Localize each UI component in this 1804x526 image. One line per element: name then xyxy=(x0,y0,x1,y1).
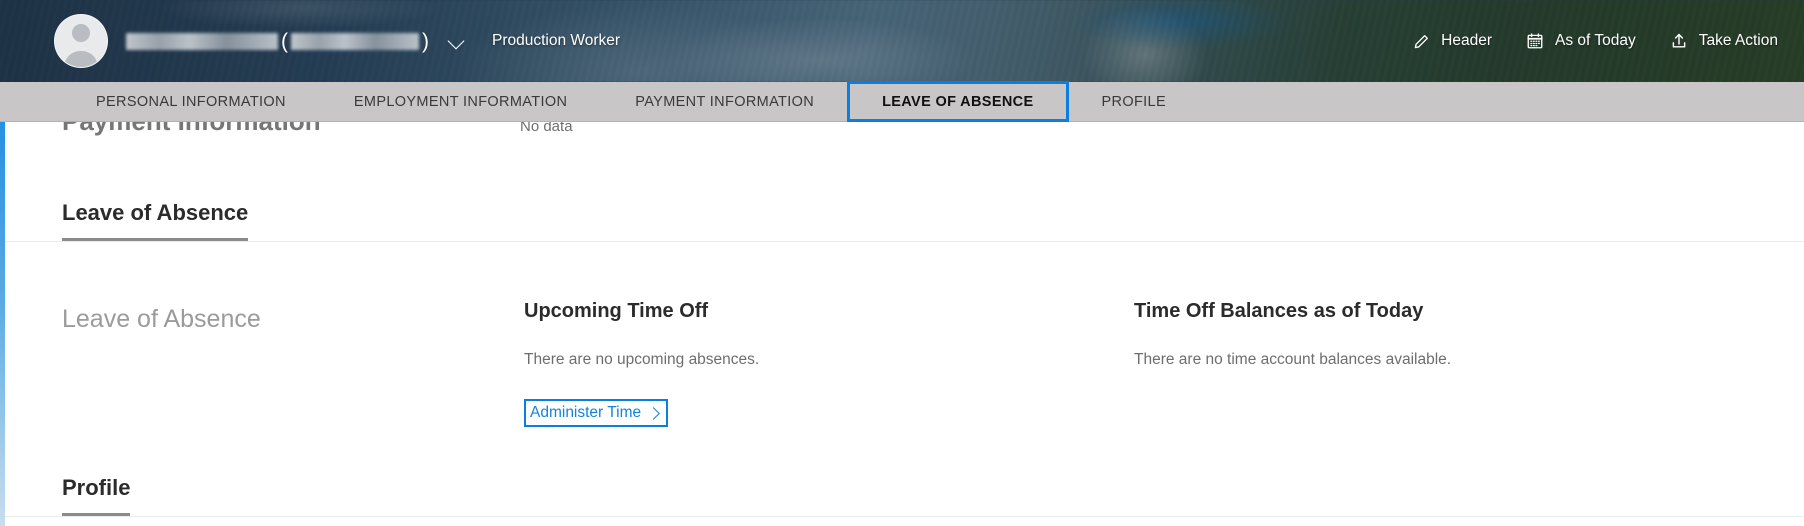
chevron-right-icon xyxy=(647,407,660,421)
page-focus-outline xyxy=(0,122,5,526)
tab-employment-information[interactable]: EMPLOYMENT INFORMATION xyxy=(320,82,601,121)
page-body: Payment Information No data Leave of Abs… xyxy=(0,122,1804,526)
payment-information-title: Payment Information xyxy=(62,122,321,137)
calendar-icon xyxy=(1526,32,1544,50)
upcoming-time-off-heading: Upcoming Time Off xyxy=(524,300,709,322)
time-off-balances-empty-text: There are no time account balances avail… xyxy=(1134,351,1452,368)
upcoming-time-off-empty-text: There are no upcoming absences. xyxy=(524,351,760,368)
tab-profile[interactable]: PROFILE xyxy=(1068,82,1201,121)
upcoming-time-off-column: Upcoming Time Off There are no upcoming … xyxy=(524,300,1134,428)
worker-name-redacted xyxy=(126,32,278,50)
time-off-balances-column: Time Off Balances as of Today There are … xyxy=(1134,300,1744,427)
tab-leave-of-absence[interactable]: LEAVE OF ABSENCE xyxy=(847,81,1069,122)
leave-of-absence-section-header: Leave of Absence xyxy=(0,152,1804,241)
upload-share-icon xyxy=(1670,32,1688,50)
administer-time-button[interactable]: Administer Time xyxy=(524,399,669,428)
payment-information-no-data: No data xyxy=(520,122,573,135)
profile-section-header: Profile xyxy=(0,427,1804,517)
payment-information-section-remnant: Payment Information No data xyxy=(0,122,1804,152)
administer-time-label: Administer Time xyxy=(530,404,642,421)
avatar[interactable] xyxy=(54,14,108,68)
chevron-down-icon[interactable] xyxy=(448,32,466,50)
name-open-paren: ( xyxy=(281,29,288,53)
pencil-edit-icon xyxy=(1413,33,1430,50)
header-edit-label: Header xyxy=(1441,32,1492,49)
take-action-button[interactable]: Take Action xyxy=(1670,32,1778,50)
tab-payment-information[interactable]: PAYMENT INFORMATION xyxy=(601,82,848,121)
leave-of-absence-row-label: Leave of Absence xyxy=(62,305,261,333)
worker-id-redacted xyxy=(291,32,419,50)
take-action-label: Take Action xyxy=(1698,32,1778,49)
leave-of-absence-content: Leave of Absence Upcoming Time Off There… xyxy=(0,242,1804,428)
leave-of-absence-section-title: Leave of Absence xyxy=(62,200,249,241)
tab-personal-information[interactable]: PERSONAL INFORMATION xyxy=(62,82,320,121)
section-tab-bar: PERSONAL INFORMATION EMPLOYMENT INFORMAT… xyxy=(0,81,1804,122)
banner-content: ( ) Production Worker Header As of Today… xyxy=(0,0,1804,82)
banner-actions: Header As of Today Take Action xyxy=(1413,32,1778,50)
profile-header-banner: ( ) Production Worker Header As of Today… xyxy=(0,0,1804,82)
as-of-today-button[interactable]: As of Today xyxy=(1526,32,1636,50)
profile-section-divider xyxy=(0,516,1804,518)
name-close-paren: ) xyxy=(422,29,429,53)
job-title: Production Worker xyxy=(492,32,621,49)
page-root: ( ) Production Worker Header As of Today… xyxy=(0,0,1804,526)
header-edit-button[interactable]: Header xyxy=(1413,32,1492,50)
time-off-balances-heading: Time Off Balances as of Today xyxy=(1134,300,1424,322)
worker-name-block[interactable]: ( ) xyxy=(126,31,466,52)
as-of-today-label: As of Today xyxy=(1555,32,1636,49)
profile-section-title: Profile xyxy=(62,475,131,517)
